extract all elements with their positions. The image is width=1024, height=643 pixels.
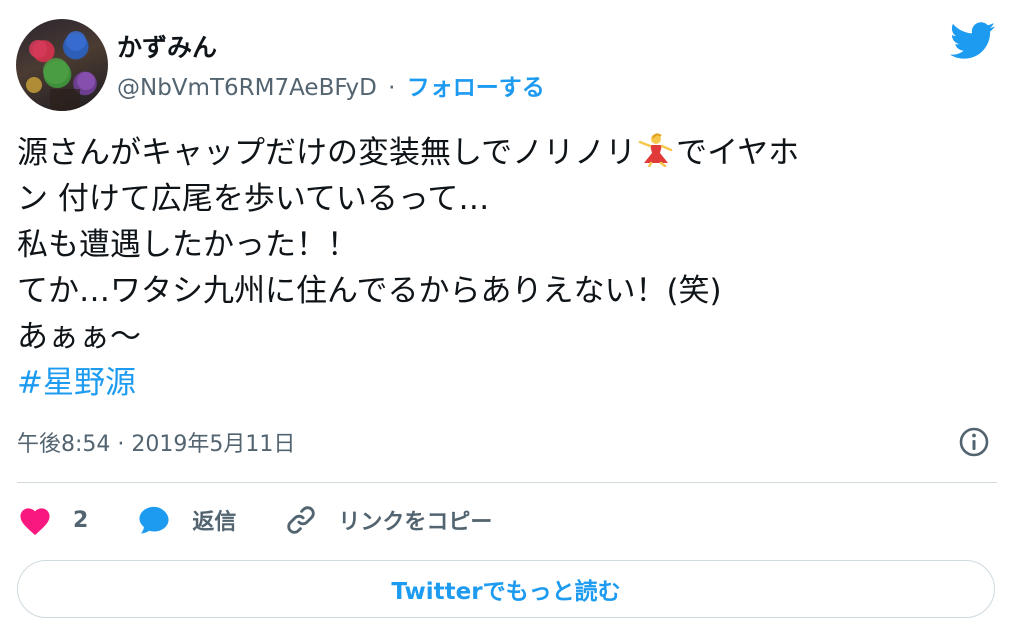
dancer-emoji-icon [638,133,673,167]
tweet-line-2: ン 付けて広尾を歩いているって… [17,181,490,217]
tweet-text: 源さんがキャップだけの変装無しでノリノリ でイヤホ ン 付けて広尾を歩いているっ… [17,130,1007,406]
link-icon [287,506,315,534]
display-name[interactable]: かずみん [117,28,217,64]
follow-link[interactable]: フォローする [407,75,545,101]
read-more-button[interactable]: Twitterでもっと読む [17,560,995,618]
heart-icon [20,508,50,536]
tweet-line-3: 私も遭遇したかった！！ [17,227,358,263]
separator-dot: · [388,75,396,101]
twitter-bird-icon[interactable] [950,22,996,60]
hashtag-link[interactable]: #星野源 [17,365,136,401]
user-handle[interactable]: @NbVmT6RM7AeBFyD [117,75,377,101]
like-count: 2 [73,507,89,533]
copy-link-label: リンクをコピー [338,510,493,535]
embedded-tweet-card: かずみん @NbVmT6RM7AeBFyD · フォローする 源さんがキャップだ… [0,0,1024,643]
read-more-label: Twitterでもっと読む [391,579,621,605]
handle-row: @NbVmT6RM7AeBFyD · フォローする [117,68,545,102]
tweet-line-1: 源さんがキャップだけの変装無しでノリノリ でイヤホ [17,130,1007,176]
speech-bubble-icon [139,506,169,534]
tweet-line-1-end: でイヤホ [676,135,800,171]
divider [17,482,997,483]
action-bar: 2 返信 リンクをコピー [17,500,540,540]
info-icon[interactable] [958,426,990,458]
reply-label: 返信 [192,510,237,535]
tweet-line-1-start: 源さんがキャップだけの変装無しでノリノリ [17,135,637,171]
tweet-line-5: あぁぁ〜 [17,319,141,355]
timestamp[interactable]: 午後8:54 · 2019年5月11日 [17,426,295,458]
avatar[interactable] [16,19,108,111]
reply-button[interactable]: 返信 [136,504,236,536]
like-button[interactable]: 2 [17,504,88,536]
copy-link-button[interactable]: リンクをコピー [284,503,492,537]
tweet-line-4: てか…ワタシ九州に住んでるからありえない！(笑) [17,273,722,309]
